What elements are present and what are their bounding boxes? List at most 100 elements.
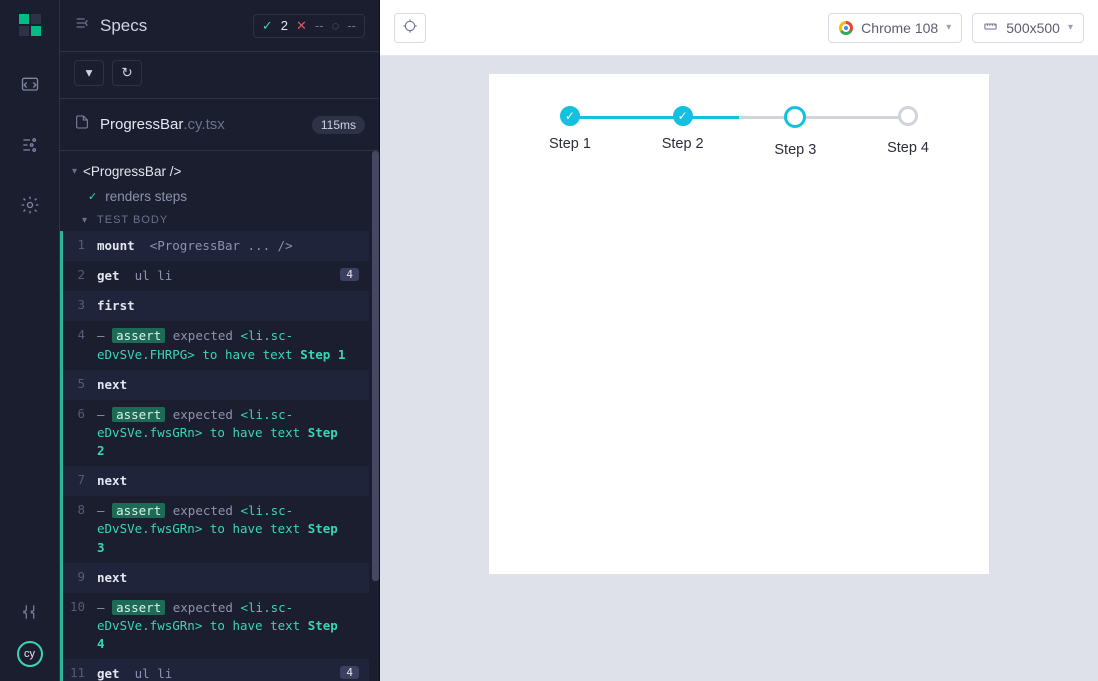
cypress-badge-label: cy — [24, 648, 35, 660]
spec-file-row[interactable]: ProgressBar.cy.tsx 115ms — [60, 99, 379, 151]
chevron-down-icon: ▾ — [1068, 22, 1073, 33]
suite-name: <ProgressBar /> — [83, 164, 181, 179]
command-body: next — [97, 376, 359, 394]
settings-nav-icon[interactable] — [19, 194, 41, 216]
scrollbar-thumb[interactable] — [372, 151, 379, 581]
preview-toolbar: Chrome 108 ▾ 500x500 ▾ — [380, 0, 1098, 56]
stat-pass-count: 2 — [281, 18, 288, 33]
line-number: 8 — [63, 502, 97, 556]
command-body: get ul li — [97, 267, 334, 285]
test-body-header[interactable]: ▾ TEST BODY — [70, 209, 369, 231]
reporter-title: Specs — [100, 16, 253, 36]
step-dot: ✓ — [560, 106, 580, 126]
nav-rail: cy — [0, 0, 60, 681]
collapse-icon[interactable] — [74, 15, 90, 36]
line-number: 11 — [63, 665, 97, 681]
file-icon — [74, 113, 90, 136]
browser-label: Chrome 108 — [861, 20, 938, 36]
test-row[interactable]: ✓ renders steps — [70, 184, 369, 209]
cypress-badge-icon[interactable]: cy — [17, 641, 43, 667]
progress-step: ✓Step 2 — [662, 106, 704, 158]
step-label: Step 4 — [887, 140, 929, 156]
caret-down-icon: ▾ — [72, 166, 77, 177]
cypress-logo-icon — [19, 14, 41, 36]
command-row[interactable]: 2get ul li 4 — [63, 261, 369, 291]
command-row[interactable]: 10— assert expected <li.sc-eDvSVe.fwsGRn… — [63, 593, 369, 659]
command-row[interactable]: 4— assert expected <li.sc-eDvSVe.FHRPG> … — [63, 321, 369, 369]
suite-row[interactable]: ▾ <ProgressBar /> — [70, 159, 369, 184]
stat-pending-count: -- — [347, 18, 356, 33]
reporter-panel: Specs ✓ 2 ✕ -- ◌ -- ▾ ↻ ProgressBar.cy.t… — [60, 0, 380, 681]
progress-step: Step 3 — [774, 106, 816, 158]
line-number: 3 — [63, 297, 97, 315]
viewport-selector[interactable]: 500x500 ▾ — [972, 13, 1084, 43]
keyboard-icon[interactable] — [19, 601, 41, 623]
line-number: 9 — [63, 569, 97, 587]
line-number: 5 — [63, 376, 97, 394]
line-number: 2 — [63, 267, 97, 285]
options-button[interactable]: ▾ — [74, 60, 104, 86]
command-row[interactable]: 3first — [63, 291, 369, 321]
command-body: next — [97, 472, 359, 490]
line-number: 7 — [63, 472, 97, 490]
reporter-header: Specs ✓ 2 ✕ -- ◌ -- — [60, 0, 379, 52]
line-number: 1 — [63, 237, 97, 255]
specs-nav-icon[interactable] — [19, 74, 41, 96]
command-row[interactable]: 1mount <ProgressBar ... /> — [63, 231, 369, 261]
step-label: Step 3 — [774, 142, 816, 158]
command-row[interactable]: 5next — [63, 370, 369, 400]
stat-fail-icon: ✕ — [296, 18, 307, 34]
step-dot — [784, 106, 806, 128]
spec-filename: ProgressBar — [100, 116, 183, 133]
command-body: — assert expected <li.sc-eDvSVe.fwsGRn> … — [97, 599, 359, 653]
line-number: 10 — [63, 599, 97, 653]
command-body: get ul li — [97, 665, 334, 681]
chevron-down-icon: ▾ — [946, 22, 951, 33]
command-body: first — [97, 297, 359, 315]
spec-duration: 115ms — [312, 116, 365, 134]
preview-panel: Chrome 108 ▾ 500x500 ▾ ✓Step 1✓Step 2Ste… — [380, 0, 1098, 681]
target-icon — [402, 18, 418, 37]
aut-frame: ✓ Step 1 ✓Step 2 Step 3 Step 4 — [489, 74, 989, 574]
element-count-badge: 4 — [340, 666, 359, 679]
viewport-label: 500x500 — [1006, 20, 1060, 36]
command-row[interactable]: 8— assert expected <li.sc-eDvSVe.fwsGRn>… — [63, 496, 369, 562]
browser-selector[interactable]: Chrome 108 ▾ — [828, 13, 962, 43]
command-body: next — [97, 569, 359, 587]
stat-fail-count: -- — [315, 18, 324, 33]
viewport-backdrop: ✓ Step 1 ✓Step 2 Step 3 Step 4 — [380, 56, 1098, 681]
caret-down-icon: ▾ — [82, 215, 87, 226]
selector-playground-button[interactable] — [394, 13, 426, 43]
command-log: 1mount <ProgressBar ... />2get ul li43fi… — [60, 231, 369, 681]
test-name: renders steps — [105, 189, 187, 204]
stat-pass-icon: ✓ — [262, 18, 273, 34]
command-body: — assert expected <li.sc-eDvSVe.FHRPG> t… — [97, 327, 359, 363]
command-body: mount <ProgressBar ... /> — [97, 237, 359, 255]
ruler-icon — [983, 19, 998, 37]
reload-icon: ↻ — [121, 65, 132, 81]
progress-step: ✓ Step 1 — [549, 106, 591, 158]
step-label: Step 2 — [662, 136, 704, 152]
chrome-icon — [839, 21, 853, 35]
check-icon: ✓ — [88, 190, 97, 203]
run-stats: ✓ 2 ✕ -- ◌ -- — [253, 14, 365, 38]
step-label: Step 1 — [549, 136, 591, 152]
stat-pending-icon: ◌ — [332, 18, 340, 33]
element-count-badge: 4 — [340, 268, 359, 281]
progress-step: Step 4 — [887, 106, 929, 158]
chevron-down-icon: ▾ — [86, 65, 93, 81]
command-body: — assert expected <li.sc-eDvSVe.fwsGRn> … — [97, 502, 359, 556]
rerun-button[interactable]: ↻ — [112, 60, 142, 86]
spec-file-ext: .cy.tsx — [183, 116, 224, 133]
command-row[interactable]: 7next — [63, 466, 369, 496]
line-number: 4 — [63, 327, 97, 363]
test-tree: ▾ <ProgressBar /> ✓ renders steps ▾ TEST… — [60, 151, 379, 681]
command-body: — assert expected <li.sc-eDvSVe.fwsGRn> … — [97, 406, 359, 460]
command-row[interactable]: 11get ul li 4 — [63, 659, 369, 681]
progress-steps: ✓ Step 1 ✓Step 2 Step 3 Step 4 — [489, 106, 989, 158]
step-dot — [898, 106, 918, 126]
runs-nav-icon[interactable] — [19, 134, 41, 156]
command-row[interactable]: 6— assert expected <li.sc-eDvSVe.fwsGRn>… — [63, 400, 369, 466]
command-row[interactable]: 9next — [63, 563, 369, 593]
line-number: 6 — [63, 406, 97, 460]
